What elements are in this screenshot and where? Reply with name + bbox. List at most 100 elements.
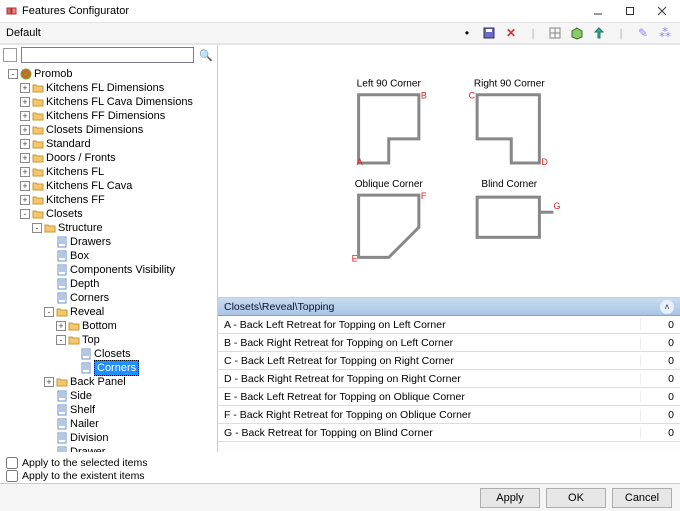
param-value[interactable]: 0 bbox=[640, 373, 680, 385]
wand2-icon[interactable]: ⁂ bbox=[656, 24, 674, 42]
param-value[interactable]: 0 bbox=[640, 409, 680, 421]
tree-node[interactable]: Shelf bbox=[2, 403, 217, 417]
expand-icon[interactable]: + bbox=[20, 139, 30, 149]
tree-node[interactable]: +Kitchens FL Cava Dimensions bbox=[2, 95, 217, 109]
tree-node[interactable]: -Reveal bbox=[2, 305, 217, 319]
collapse-icon[interactable]: - bbox=[20, 209, 30, 219]
param-value[interactable]: 0 bbox=[640, 355, 680, 367]
folder-icon bbox=[32, 180, 44, 192]
grid-icon[interactable] bbox=[546, 24, 564, 42]
tree-node[interactable]: +Kitchens FL Cava bbox=[2, 179, 217, 193]
expand-icon[interactable]: + bbox=[20, 195, 30, 205]
apply-selected-checkbox[interactable] bbox=[6, 457, 18, 469]
folder-icon bbox=[32, 208, 44, 220]
tree-node-label: Bottom bbox=[82, 319, 117, 333]
param-row[interactable]: C - Back Left Retreat for Topping on Rig… bbox=[218, 352, 680, 370]
no-expand bbox=[44, 251, 54, 261]
tree-node[interactable]: Box bbox=[2, 249, 217, 263]
apply-selected-check[interactable]: Apply to the selected items bbox=[6, 457, 674, 469]
delete-icon[interactable]: ✕ bbox=[502, 24, 520, 42]
expand-icon[interactable]: + bbox=[20, 153, 30, 163]
param-row[interactable]: G - Back Retreat for Topping on Blind Co… bbox=[218, 424, 680, 442]
tree-node[interactable]: -Top bbox=[2, 333, 217, 347]
param-header[interactable]: Closets\Reveal\Topping ˄ bbox=[218, 298, 680, 316]
expand-icon[interactable]: + bbox=[20, 97, 30, 107]
tree-node[interactable]: +Back Panel bbox=[2, 375, 217, 389]
param-row[interactable]: D - Back Right Retreat for Topping on Ri… bbox=[218, 370, 680, 388]
tree-node[interactable]: +Standard bbox=[2, 137, 217, 151]
document-icon bbox=[56, 292, 68, 304]
param-value[interactable]: 0 bbox=[640, 319, 680, 331]
no-expand bbox=[68, 363, 78, 373]
tree-node[interactable]: Drawers bbox=[2, 235, 217, 249]
action-icon-1[interactable]: • bbox=[458, 24, 476, 42]
expand-icon[interactable]: + bbox=[44, 377, 54, 387]
wand-icon[interactable]: ✎ bbox=[634, 24, 652, 42]
param-name: D - Back Right Retreat for Topping on Ri… bbox=[218, 373, 640, 385]
param-row[interactable]: A - Back Left Retreat for Topping on Lef… bbox=[218, 316, 680, 334]
new-sheet-icon[interactable] bbox=[3, 48, 17, 62]
tree-node[interactable]: Division bbox=[2, 431, 217, 445]
no-expand bbox=[44, 405, 54, 415]
param-value[interactable]: 0 bbox=[640, 391, 680, 403]
export-icon[interactable] bbox=[590, 24, 608, 42]
folder-icon bbox=[32, 96, 44, 108]
tree-node[interactable]: Closets bbox=[2, 347, 217, 361]
tree-panel: 🔍 -Promob+Kitchens FL Dimensions+Kitchen… bbox=[0, 45, 218, 452]
globe-icon bbox=[20, 68, 32, 80]
tree-node[interactable]: Depth bbox=[2, 277, 217, 291]
minimize-button[interactable] bbox=[582, 0, 614, 22]
apply-existent-check[interactable]: Apply to the existent items bbox=[6, 470, 674, 482]
maximize-button[interactable] bbox=[614, 0, 646, 22]
close-button[interactable] bbox=[646, 0, 678, 22]
param-row[interactable]: F - Back Right Retreat for Topping on Ob… bbox=[218, 406, 680, 424]
tree-node[interactable]: +Kitchens FL Dimensions bbox=[2, 81, 217, 95]
tree-node[interactable]: +Doors / Fronts bbox=[2, 151, 217, 165]
search-input[interactable] bbox=[21, 47, 194, 63]
tree-node[interactable]: + Closets Dimensions bbox=[2, 123, 217, 137]
tree-node[interactable]: -Promob bbox=[2, 67, 217, 81]
folder-icon bbox=[56, 306, 68, 318]
tree-node[interactable]: Components Visibility bbox=[2, 263, 217, 277]
tree-node[interactable]: + Bottom bbox=[2, 319, 217, 333]
collapse-icon[interactable]: ˄ bbox=[660, 300, 674, 314]
package-icon[interactable] bbox=[568, 24, 586, 42]
tree-node-label: Closets Dimensions bbox=[46, 123, 143, 137]
expand-icon[interactable]: + bbox=[56, 321, 66, 331]
collapse-icon[interactable]: - bbox=[32, 223, 42, 233]
footer: Apply OK Cancel bbox=[0, 483, 680, 511]
collapse-icon[interactable]: - bbox=[8, 69, 18, 79]
svg-text:F: F bbox=[421, 191, 427, 201]
save-disk-icon[interactable] bbox=[480, 24, 498, 42]
app-icon bbox=[6, 5, 18, 17]
expand-icon[interactable]: + bbox=[20, 125, 30, 135]
tree-node[interactable]: Corners bbox=[2, 361, 217, 375]
tree-node[interactable]: +Kitchens FF bbox=[2, 193, 217, 207]
expand-icon[interactable]: + bbox=[20, 83, 30, 93]
folder-icon bbox=[32, 110, 44, 122]
tree-node[interactable]: Nailer bbox=[2, 417, 217, 431]
diagram-left90 bbox=[359, 95, 419, 163]
tree-node[interactable]: Corners bbox=[2, 291, 217, 305]
tree-node[interactable]: +Kitchens FL bbox=[2, 165, 217, 179]
collapse-icon[interactable]: - bbox=[56, 335, 66, 345]
param-row[interactable]: B - Back Right Retreat for Topping on Le… bbox=[218, 334, 680, 352]
param-value[interactable]: 0 bbox=[640, 427, 680, 439]
tree-node[interactable]: Drawer bbox=[2, 445, 217, 452]
expand-icon[interactable]: + bbox=[20, 181, 30, 191]
no-expand bbox=[44, 293, 54, 303]
no-expand bbox=[44, 433, 54, 443]
tree-node[interactable]: -Structure bbox=[2, 221, 217, 235]
binoculars-icon[interactable]: 🔍 bbox=[198, 47, 214, 63]
expand-icon[interactable]: + bbox=[20, 167, 30, 177]
tree-node[interactable]: Side bbox=[2, 389, 217, 403]
collapse-icon[interactable]: - bbox=[44, 307, 54, 317]
param-row[interactable]: E - Back Left Retreat for Topping on Obl… bbox=[218, 388, 680, 406]
expand-icon[interactable]: + bbox=[20, 111, 30, 121]
tree[interactable]: -Promob+Kitchens FL Dimensions+Kitchens … bbox=[0, 65, 217, 452]
apply-existent-checkbox[interactable] bbox=[6, 470, 18, 482]
tree-node[interactable]: +Kitchens FF Dimensions bbox=[2, 109, 217, 123]
document-icon bbox=[56, 264, 68, 276]
param-value[interactable]: 0 bbox=[640, 337, 680, 349]
tree-node[interactable]: -Closets bbox=[2, 207, 217, 221]
